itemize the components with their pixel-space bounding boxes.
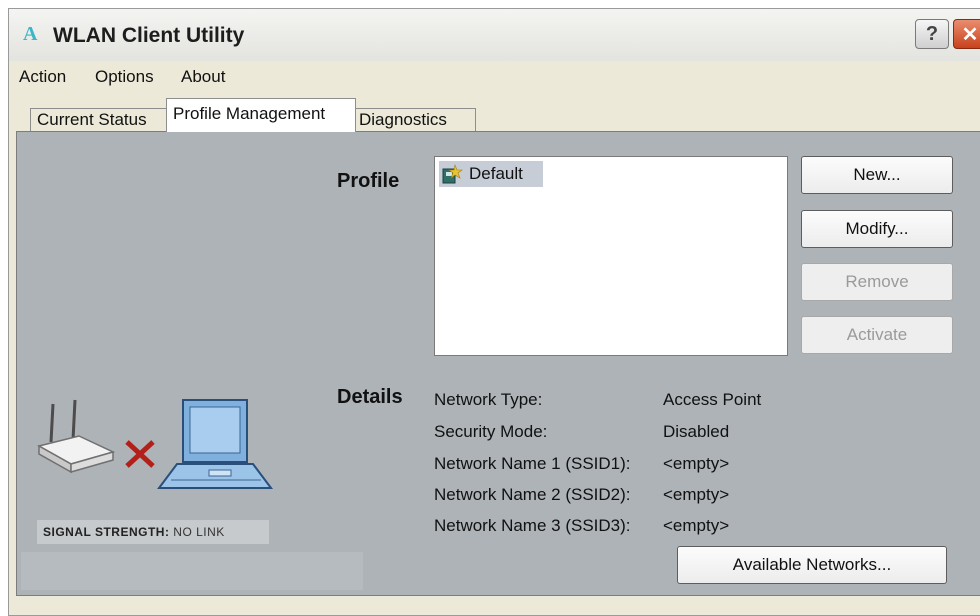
available-networks-button[interactable]: Available Networks... — [677, 546, 947, 584]
tab-diagnostics[interactable]: Diagnostics — [352, 108, 476, 132]
new-profile-button[interactable]: New... — [801, 156, 953, 194]
ssid1-label: Network Name 1 (SSID1): — [434, 454, 631, 473]
window-title: WLAN Client Utility — [53, 24, 245, 47]
remove-profile-button[interactable]: Remove — [801, 263, 953, 301]
ssid2-value: <empty> — [663, 485, 730, 504]
menu-about[interactable]: About — [181, 67, 225, 87]
network-type-value: Access Point — [663, 390, 762, 409]
ssid2-label: Network Name 2 (SSID2): — [434, 485, 631, 504]
signal-strength-value: NO LINK — [173, 525, 225, 539]
disconnected-x-icon — [125, 440, 155, 468]
help-button[interactable]: ? — [915, 19, 949, 49]
profile-management-panel: SIGNAL STRENGTH: NO LINK Profile Default… — [16, 131, 980, 596]
ssid3-label: Network Name 3 (SSID3): — [434, 516, 631, 535]
details-section-label: Details — [337, 386, 403, 408]
no-link-illustration — [36, 399, 273, 489]
status-strip — [21, 552, 363, 590]
close-button[interactable]: ✕ — [953, 19, 980, 49]
profile-list[interactable]: Default — [434, 156, 788, 356]
security-mode-value: Disabled — [663, 422, 730, 441]
router-icon — [36, 399, 116, 474]
signal-strength-label: SIGNAL STRENGTH: — [43, 525, 170, 539]
title-bar: A WLAN Client Utility ? ✕ — [9, 9, 980, 62]
profile-icon — [442, 163, 463, 184]
profile-list-item[interactable]: Default — [439, 161, 543, 187]
modify-profile-button[interactable]: Modify... — [801, 210, 953, 248]
profile-name: Default — [469, 164, 523, 183]
security-mode-label: Security Mode: — [434, 422, 548, 441]
tab-profile-management[interactable]: Profile Management — [166, 98, 356, 132]
profile-section-label: Profile — [337, 170, 400, 192]
network-type-label: Network Type: — [434, 390, 543, 409]
ssid3-value: <empty> — [663, 516, 730, 535]
menu-action[interactable]: Action — [19, 67, 66, 87]
menu-bar: Action Options About — [9, 61, 980, 91]
signal-strength-indicator: SIGNAL STRENGTH: NO LINK — [37, 520, 269, 544]
tab-current-status[interactable]: Current Status — [30, 108, 174, 132]
ssid1-value: <empty> — [663, 454, 730, 473]
activate-profile-button[interactable]: Activate — [801, 316, 953, 354]
laptop-icon — [157, 399, 273, 489]
app-logo-icon: A — [23, 23, 38, 45]
menu-options[interactable]: Options — [95, 67, 154, 87]
